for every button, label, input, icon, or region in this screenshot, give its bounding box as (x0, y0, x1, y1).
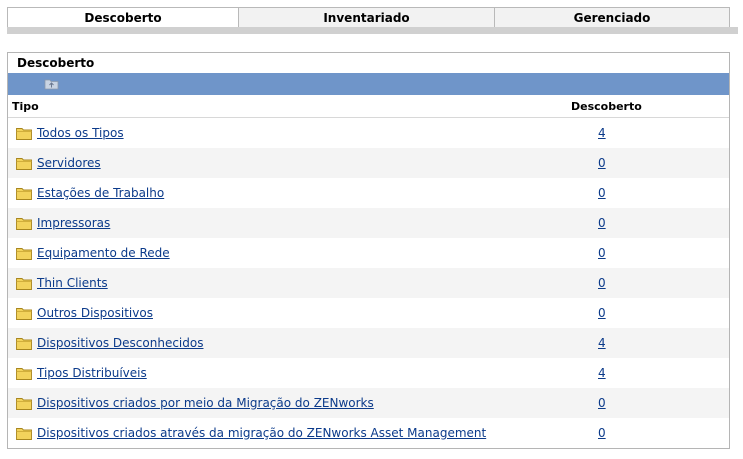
device-type-link[interactable]: Tipos Distribuíveis (37, 366, 147, 380)
column-header-type[interactable]: Tipo (12, 100, 39, 113)
discovered-count-link[interactable]: 0 (598, 396, 606, 410)
table-row: Estações de Trabalho 0 (8, 178, 729, 208)
tab-descoberto[interactable]: Descoberto (7, 7, 239, 27)
discovered-count-link[interactable]: 0 (598, 216, 606, 230)
table-row: Equipamento de Rede 0 (8, 238, 729, 268)
device-type-link[interactable]: Todos os Tipos (37, 126, 124, 140)
device-type-link[interactable]: Dispositivos Desconhecidos (37, 336, 203, 350)
folder-icon (16, 338, 32, 350)
table-header: Tipo Descoberto (8, 95, 729, 118)
discovered-count-link[interactable]: 4 (598, 126, 606, 140)
folder-up-icon[interactable] (44, 78, 59, 90)
device-type-list: Todos os Tipos 4 Servidores 0 Estações de Tr… (8, 118, 729, 448)
tab-underline (7, 27, 738, 34)
device-type-link[interactable]: Impressoras (37, 216, 110, 230)
table-row: Tipos Distribuíveis 4 (8, 358, 729, 388)
discovered-count-link[interactable]: 0 (598, 276, 606, 290)
folder-icon (16, 248, 32, 260)
folder-icon (16, 158, 32, 170)
table-row: Thin Clients 0 (8, 268, 729, 298)
folder-icon (16, 428, 32, 440)
discovered-count-link[interactable]: 4 (598, 336, 606, 350)
table-row: Servidores 0 (8, 148, 729, 178)
folder-icon (16, 398, 32, 410)
device-type-link[interactable]: Outros Dispositivos (37, 306, 153, 320)
device-type-link[interactable]: Dispositivos criados por meio da Migraçã… (37, 396, 374, 410)
discovered-count-link[interactable]: 0 (598, 246, 606, 260)
folder-icon (16, 218, 32, 230)
discovered-count-link[interactable]: 0 (598, 306, 606, 320)
tab-gerenciado[interactable]: Gerenciado (495, 7, 730, 27)
tab-inventariado[interactable]: Inventariado (239, 7, 495, 27)
folder-icon (16, 128, 32, 140)
device-type-link[interactable]: Estações de Trabalho (37, 186, 164, 200)
table-row: Dispositivos criados através da migração… (8, 418, 729, 448)
discovered-panel: Descoberto Tipo Descoberto Todos os Tipo… (7, 52, 730, 449)
discovered-count-link[interactable]: 0 (598, 186, 606, 200)
folder-icon (16, 188, 32, 200)
folder-icon (16, 308, 32, 320)
discovered-count-link[interactable]: 0 (598, 156, 606, 170)
discovered-count-link[interactable]: 4 (598, 366, 606, 380)
device-type-link[interactable]: Equipamento de Rede (37, 246, 170, 260)
table-row: Outros Dispositivos 0 (8, 298, 729, 328)
column-header-discovered[interactable]: Descoberto (571, 100, 642, 113)
toolbar (8, 73, 729, 95)
discovered-count-link[interactable]: 0 (598, 426, 606, 440)
tab-bar: Descoberto Inventariado Gerenciado (7, 7, 730, 27)
folder-icon (16, 278, 32, 290)
panel-title: Descoberto (17, 56, 95, 70)
folder-icon (16, 368, 32, 380)
table-row: Todos os Tipos 4 (8, 118, 729, 148)
device-type-link[interactable]: Thin Clients (37, 276, 108, 290)
table-row: Impressoras 0 (8, 208, 729, 238)
device-type-link[interactable]: Servidores (37, 156, 101, 170)
table-row: Dispositivos criados por meio da Migraçã… (8, 388, 729, 418)
table-row: Dispositivos Desconhecidos 4 (8, 328, 729, 358)
device-type-link[interactable]: Dispositivos criados através da migração… (37, 426, 486, 440)
